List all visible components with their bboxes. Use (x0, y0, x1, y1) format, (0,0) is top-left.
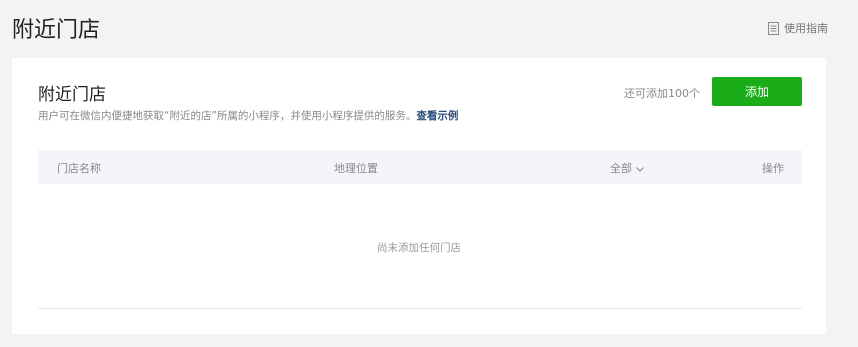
column-header-location: 地理位置 (334, 162, 378, 175)
guide-label: 使用指南 (784, 22, 828, 35)
document-icon (768, 21, 779, 35)
column-header-name: 门店名称 (57, 162, 101, 175)
filter-label: 全部 (610, 162, 632, 175)
guide-link[interactable]: 使用指南 (768, 20, 828, 36)
status-filter-dropdown[interactable]: 全部 (610, 160, 644, 176)
card-title: 附近门店 (38, 85, 106, 105)
table-header: 门店名称 地理位置 全部 操作 (38, 150, 802, 184)
column-header-action: 操作 (762, 162, 784, 175)
card-description: 用户可在微信内便捷地获取“附近的店”所属的小程序，并使用小程序提供的服务。查看示… (38, 108, 458, 123)
description-text: 用户可在微信内便捷地获取“附近的店”所属的小程序，并使用小程序提供的服务。 (38, 110, 417, 122)
view-example-link[interactable]: 查看示例 (416, 110, 458, 122)
add-store-button[interactable]: 添加 (712, 77, 802, 106)
store-card: 附近门店 用户可在微信内便捷地获取“附近的店”所属的小程序，并使用小程序提供的服… (12, 58, 826, 334)
chevron-down-icon (636, 162, 644, 175)
page-title: 附近门店 (12, 18, 101, 43)
remaining-count: 还可添加100个 (624, 87, 700, 100)
table-divider (38, 308, 802, 309)
empty-state-text: 尚未添加任何门店 (377, 242, 461, 254)
